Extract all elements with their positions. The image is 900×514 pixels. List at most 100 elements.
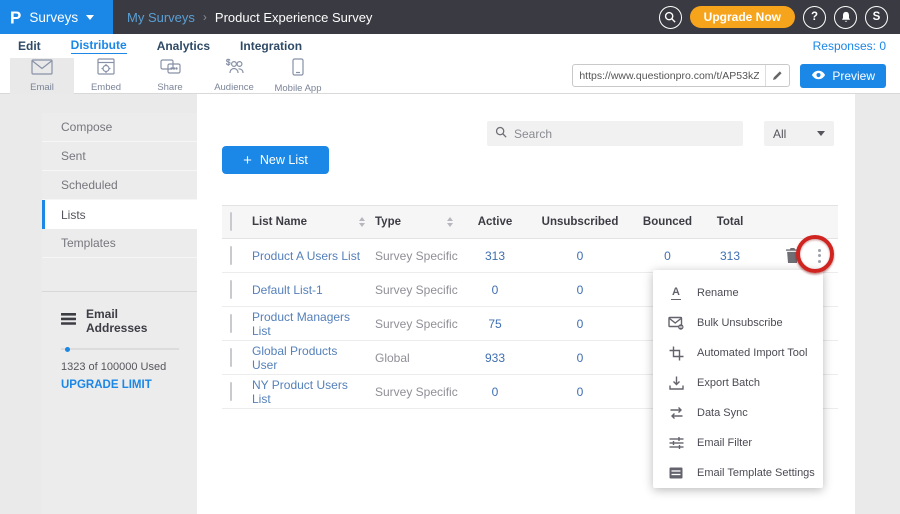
menu-item-bulk-unsubscribe[interactable]: Bulk Unsubscribe — [653, 308, 823, 338]
plus-icon: + — [243, 153, 252, 168]
active-count[interactable]: 0 — [465, 385, 525, 399]
col-unsubscribed: Unsubscribed — [525, 216, 635, 228]
eye-icon — [811, 69, 826, 83]
usage-text: 1323 of 100000 Used — [61, 361, 179, 373]
list-name-link[interactable]: NY Product Users List — [252, 378, 365, 406]
tab-share[interactable]: Share — [138, 58, 202, 94]
tab-mobile-app[interactable]: Mobile App — [266, 58, 330, 94]
edit-url-pencil-icon[interactable] — [765, 65, 789, 86]
unsubscribed-count: 0 — [525, 317, 635, 331]
main-content-panel: All + New List List Name Type Active Uns… — [197, 94, 855, 514]
active-count[interactable]: 75 — [465, 317, 525, 331]
row-checkbox[interactable] — [230, 382, 232, 401]
list-name-link[interactable]: Product Managers List — [252, 310, 365, 338]
avatar[interactable]: S — [865, 6, 888, 29]
search-icon — [495, 125, 507, 143]
menu-item-email-template-settings[interactable]: Email Template Settings — [653, 458, 823, 488]
menu-item-automated-import[interactable]: Automated Import Tool — [653, 338, 823, 368]
active-count[interactable]: 933 — [465, 351, 525, 365]
unsubscribed-count: 0 — [525, 283, 635, 297]
upgrade-now-button[interactable]: Upgrade Now — [690, 6, 795, 28]
data-sync-icon — [668, 406, 684, 420]
notifications-bell-icon[interactable] — [834, 6, 857, 29]
search-icon[interactable] — [659, 6, 682, 29]
delete-list-trash-icon[interactable] — [786, 248, 799, 263]
usage-progress-bar — [61, 348, 179, 350]
distribute-toolbar: Email Embed Share $ Audience Mobile App — [0, 58, 900, 94]
email-addresses-icon — [61, 312, 76, 330]
nav-analytics[interactable]: Analytics — [157, 39, 210, 54]
survey-url-box — [572, 64, 790, 87]
breadcrumb-current-survey: Product Experience Survey — [215, 10, 373, 25]
col-total: Total — [700, 216, 760, 228]
audience-icon: $ — [223, 58, 245, 80]
survey-url-input[interactable] — [573, 70, 765, 82]
unsubscribed-count: 0 — [525, 385, 635, 399]
sidebar-item-templates[interactable]: Templates — [42, 229, 197, 258]
upgrade-limit-link[interactable]: UPGRADE LIMIT — [61, 379, 179, 391]
rename-icon: A — [668, 287, 684, 300]
unsubscribed-count: 0 — [525, 249, 635, 263]
export-batch-icon — [668, 376, 684, 390]
bounced-count: 0 — [635, 249, 700, 263]
active-count[interactable]: 0 — [465, 283, 525, 297]
mobile-app-icon — [292, 58, 304, 81]
sidebar-item-compose[interactable]: Compose — [42, 113, 197, 142]
col-active: Active — [465, 216, 525, 228]
chevron-down-icon — [817, 131, 825, 136]
list-name-link[interactable]: Global Products User — [252, 344, 365, 372]
row-checkbox[interactable] — [230, 348, 232, 367]
questionpro-logo: P — [10, 8, 21, 26]
select-all-checkbox[interactable] — [230, 212, 232, 231]
email-addresses-title: Email Addresses — [86, 307, 179, 335]
row-context-menu: A Rename Bulk Unsubscribe Automated Impo… — [653, 270, 823, 488]
row-menu-dots-icon[interactable] — [815, 246, 824, 266]
total-count: 313 — [700, 249, 760, 263]
help-icon[interactable]: ? — [803, 6, 826, 29]
tab-email[interactable]: Email — [10, 58, 74, 94]
surveys-menu-label: Surveys — [29, 10, 78, 25]
table-row: Product A Users List Survey Specific 313… — [222, 239, 838, 273]
list-name-link[interactable]: Default List-1 — [252, 283, 323, 297]
email-icon — [31, 59, 53, 80]
table-header-row: List Name Type Active Unsubscribed Bounc… — [222, 205, 838, 239]
menu-item-rename[interactable]: A Rename — [653, 278, 823, 308]
list-filter-dropdown[interactable]: All — [764, 121, 834, 146]
unsubscribed-count: 0 — [525, 351, 635, 365]
responses-count[interactable]: Responses: 0 — [813, 39, 886, 53]
email-sidebar: Compose Sent Scheduled Lists Templates E… — [42, 113, 197, 514]
sidebar-item-sent[interactable]: Sent — [42, 142, 197, 171]
new-list-button[interactable]: + New List — [222, 146, 329, 174]
email-template-settings-icon — [668, 467, 684, 479]
active-count[interactable]: 313 — [465, 249, 525, 263]
menu-item-data-sync[interactable]: Data Sync — [653, 398, 823, 428]
nav-distribute[interactable]: Distribute — [71, 38, 127, 54]
col-list-name: List Name — [252, 216, 307, 228]
app-logo-menu[interactable]: P Surveys — [0, 0, 113, 34]
usage-progress-dot — [65, 347, 70, 352]
list-name-link[interactable]: Product A Users List — [252, 249, 360, 263]
sort-list-name-icon[interactable] — [359, 217, 365, 227]
tab-audience[interactable]: $ Audience — [202, 58, 266, 94]
preview-button[interactable]: Preview — [800, 64, 886, 88]
sort-type-icon[interactable] — [447, 217, 453, 227]
tab-embed[interactable]: Embed — [74, 58, 138, 94]
row-checkbox[interactable] — [230, 280, 232, 299]
sidebar-item-scheduled[interactable]: Scheduled — [42, 171, 197, 200]
breadcrumb-my-surveys[interactable]: My Surveys — [127, 10, 195, 25]
top-bar: P Surveys My Surveys › Product Experienc… — [0, 0, 900, 34]
menu-item-export-batch[interactable]: Export Batch — [653, 368, 823, 398]
chevron-down-icon — [86, 15, 94, 20]
menu-item-email-filter[interactable]: Email Filter — [653, 428, 823, 458]
search-input[interactable] — [514, 127, 735, 141]
nav-integration[interactable]: Integration — [240, 39, 302, 54]
sidebar-item-lists[interactable]: Lists — [42, 200, 197, 229]
embed-icon — [96, 58, 116, 80]
breadcrumb-separator: › — [203, 10, 207, 24]
svg-text:$: $ — [226, 58, 231, 67]
nav-edit[interactable]: Edit — [18, 39, 41, 54]
row-checkbox[interactable] — [230, 246, 232, 265]
share-icon — [160, 59, 181, 80]
row-checkbox[interactable] — [230, 314, 232, 333]
list-search-box — [487, 121, 743, 146]
